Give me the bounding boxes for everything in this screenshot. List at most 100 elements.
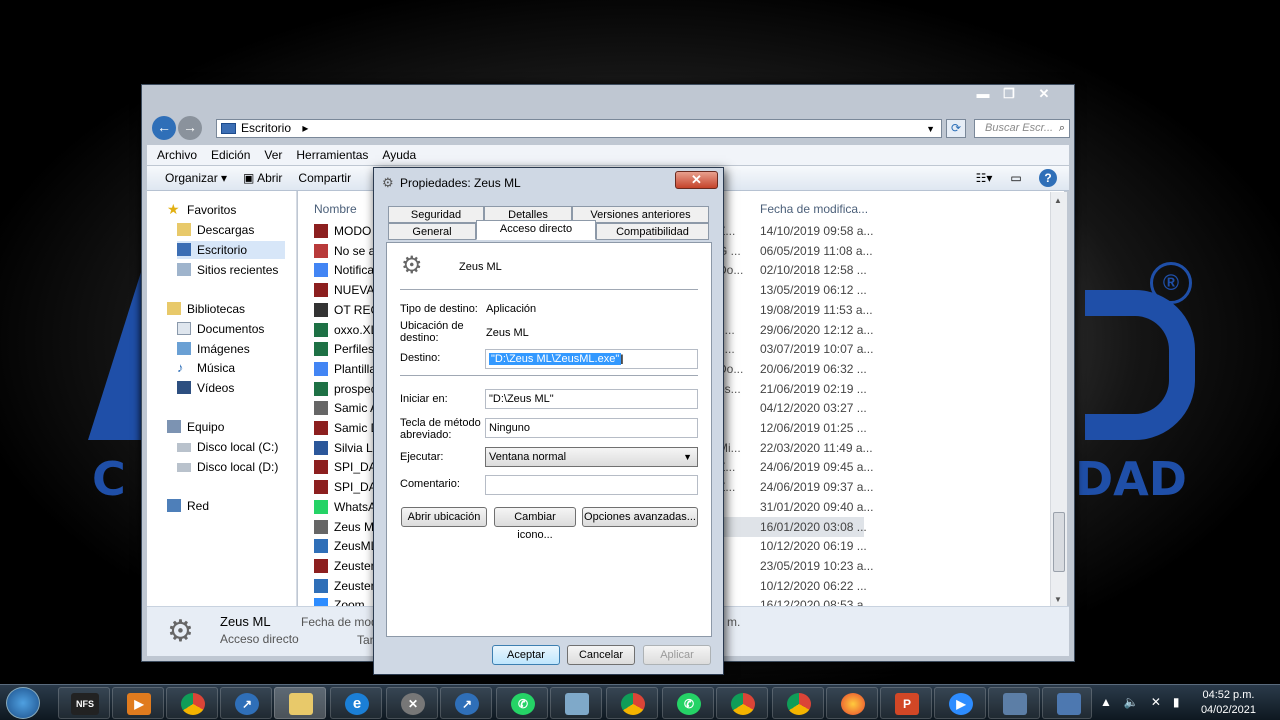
taskbar-ie[interactable]: e: [330, 687, 382, 719]
column-modified[interactable]: Fecha de modifica...: [760, 199, 868, 219]
tab-acceso-directo[interactable]: Acceso directo: [476, 220, 596, 240]
nav-disk-c[interactable]: Disco local (C:): [177, 438, 278, 456]
apply-button[interactable]: Aplicar: [643, 645, 711, 665]
target-label: Destino:: [400, 352, 441, 364]
nav-documents[interactable]: Documentos: [177, 320, 264, 338]
nav-music[interactable]: ♪ Música: [177, 359, 235, 377]
details-modified-label: Fecha de modi: [301, 615, 381, 629]
tab-general[interactable]: General: [388, 223, 476, 240]
dialog-close-button[interactable]: ✕: [675, 171, 718, 189]
start-button[interactable]: [6, 687, 40, 719]
taskbar-powerpoint[interactable]: P: [880, 687, 932, 719]
nav-recent[interactable]: Sitios recientes: [177, 261, 278, 279]
advanced-options-button[interactable]: Opciones avanzadas...: [582, 507, 698, 527]
library-icon: [167, 302, 181, 315]
taskbar-chrome2[interactable]: [606, 687, 658, 719]
network-status-icon[interactable]: ✕: [1151, 695, 1161, 709]
nav-downloads[interactable]: Descargas: [177, 221, 254, 239]
column-name[interactable]: Nombre: [314, 199, 357, 219]
run-select[interactable]: Ventana normal ▼: [485, 447, 698, 467]
taskbar-firefox[interactable]: [826, 687, 878, 719]
nav-images[interactable]: Imágenes: [177, 340, 250, 358]
file-name: ZeusML: [334, 539, 378, 554]
comment-field[interactable]: [485, 475, 698, 495]
file-icon: [314, 302, 328, 317]
minimize-button[interactable]: ▬: [970, 85, 996, 104]
taskbar-chrome4[interactable]: [772, 687, 824, 719]
start-in-field[interactable]: "D:\Zeus ML": [485, 389, 698, 409]
dropdown-arrow-icon[interactable]: ▼: [926, 121, 935, 138]
menu-ayuda[interactable]: Ayuda: [382, 145, 430, 165]
nav-network[interactable]: Red: [167, 497, 209, 515]
taskbar-chrome3[interactable]: [716, 687, 768, 719]
taskbar-app2[interactable]: ↗: [440, 687, 492, 719]
disk-icon: [177, 463, 191, 472]
comment-label: Comentario:: [400, 478, 460, 490]
window-controls: ▬ ❐ ✕: [970, 85, 1066, 104]
share-button[interactable]: Compartir: [298, 166, 351, 190]
file-name: NUEVA: [334, 283, 375, 298]
open-button[interactable]: ▣ Abrir: [243, 166, 282, 190]
file-icon: [314, 224, 328, 238]
clock[interactable]: 04:52 p.m. 04/02/2021: [1201, 688, 1256, 718]
dialog-tabs: Seguridad Detalles Versiones anteriores …: [386, 206, 712, 242]
taskbar-app3[interactable]: [550, 687, 602, 719]
open-location-button[interactable]: Abrir ubicación: [401, 507, 487, 527]
ok-button[interactable]: Aceptar: [492, 645, 560, 665]
taskbar-media[interactable]: ▶: [112, 687, 164, 719]
taskbar-network-app[interactable]: [988, 687, 1040, 719]
preview-pane-icon[interactable]: ▭: [1007, 169, 1025, 187]
file-date: 19/08/2019 11:53 a...: [760, 302, 873, 317]
cancel-button[interactable]: Cancelar: [567, 645, 635, 665]
target-field[interactable]: "D:\Zeus ML\ZeusML.exe" I: [485, 349, 698, 369]
address-row: ← → Escritorio ▸ ▼ ⟳ Buscar Escr... ⌕: [148, 116, 1070, 142]
file-icon: [314, 460, 328, 475]
nav-videos[interactable]: Vídeos: [177, 379, 234, 397]
taskbar-explorer[interactable]: [274, 687, 326, 719]
taskbar-zoom[interactable]: ▶: [934, 687, 986, 719]
change-icon-button[interactable]: Cambiar icono...: [494, 507, 576, 541]
nav-computer[interactable]: Equipo: [167, 418, 224, 436]
taskbar-chrome[interactable]: [166, 687, 218, 719]
address-bar[interactable]: Escritorio ▸ ▼: [216, 119, 942, 138]
taskbar-control-panel[interactable]: [1042, 687, 1092, 719]
vertical-scrollbar[interactable]: ▲ ▼: [1050, 192, 1067, 606]
menu-archivo[interactable]: Archivo: [157, 145, 211, 165]
refresh-button[interactable]: ⟳: [946, 119, 966, 138]
view-options-icon[interactable]: ☷▾: [975, 169, 993, 187]
maximize-button[interactable]: ❐: [996, 85, 1022, 104]
search-input[interactable]: Buscar Escr... ⌕: [974, 119, 1070, 138]
file-icon: [314, 558, 328, 573]
nav-disk-d[interactable]: Disco local (D:): [177, 458, 278, 476]
separator: [400, 289, 698, 290]
taskbar-nfs[interactable]: NFS: [58, 687, 110, 719]
menu-ver[interactable]: Ver: [264, 145, 296, 165]
target-type-label: Tipo de destino:: [400, 303, 478, 315]
organize-button[interactable]: Organizar ▾: [165, 166, 227, 190]
search-icon: ⌕: [1058, 122, 1065, 134]
tab-compatibilidad[interactable]: Compatibilidad: [596, 223, 709, 240]
nav-favorites[interactable]: ★ Favoritos: [167, 201, 236, 219]
taskbar-whatsapp[interactable]: ✆: [496, 687, 548, 719]
file-date: 03/07/2019 10:07 a...: [760, 342, 874, 357]
file-icon: [314, 381, 328, 396]
back-button[interactable]: ←: [152, 116, 176, 140]
scroll-thumb[interactable]: [1053, 512, 1065, 572]
help-icon[interactable]: ?: [1039, 169, 1057, 187]
file-name: MODO I: [334, 224, 378, 238]
hotkey-field[interactable]: Ninguno: [485, 418, 698, 438]
taskbar-whatsapp2[interactable]: ✆: [662, 687, 714, 719]
menu-herramientas[interactable]: Herramientas: [296, 145, 382, 165]
forward-button[interactable]: →: [178, 116, 202, 140]
close-button[interactable]: ✕: [1022, 85, 1066, 104]
run-label: Ejecutar:: [400, 451, 444, 463]
volume-icon[interactable]: 🔈: [1124, 695, 1139, 709]
signal-icon[interactable]: ▮: [1173, 695, 1180, 709]
taskbar-app[interactable]: ↗: [220, 687, 272, 719]
nav-desktop[interactable]: Escritorio: [177, 241, 285, 259]
taskbar-tools[interactable]: ✕: [386, 687, 438, 719]
nav-libraries[interactable]: Bibliotecas: [167, 300, 245, 318]
tray-expand-icon[interactable]: ▲: [1100, 695, 1112, 709]
menu-edicion[interactable]: Edición: [211, 145, 264, 165]
tab-seguridad[interactable]: Seguridad: [388, 206, 484, 223]
